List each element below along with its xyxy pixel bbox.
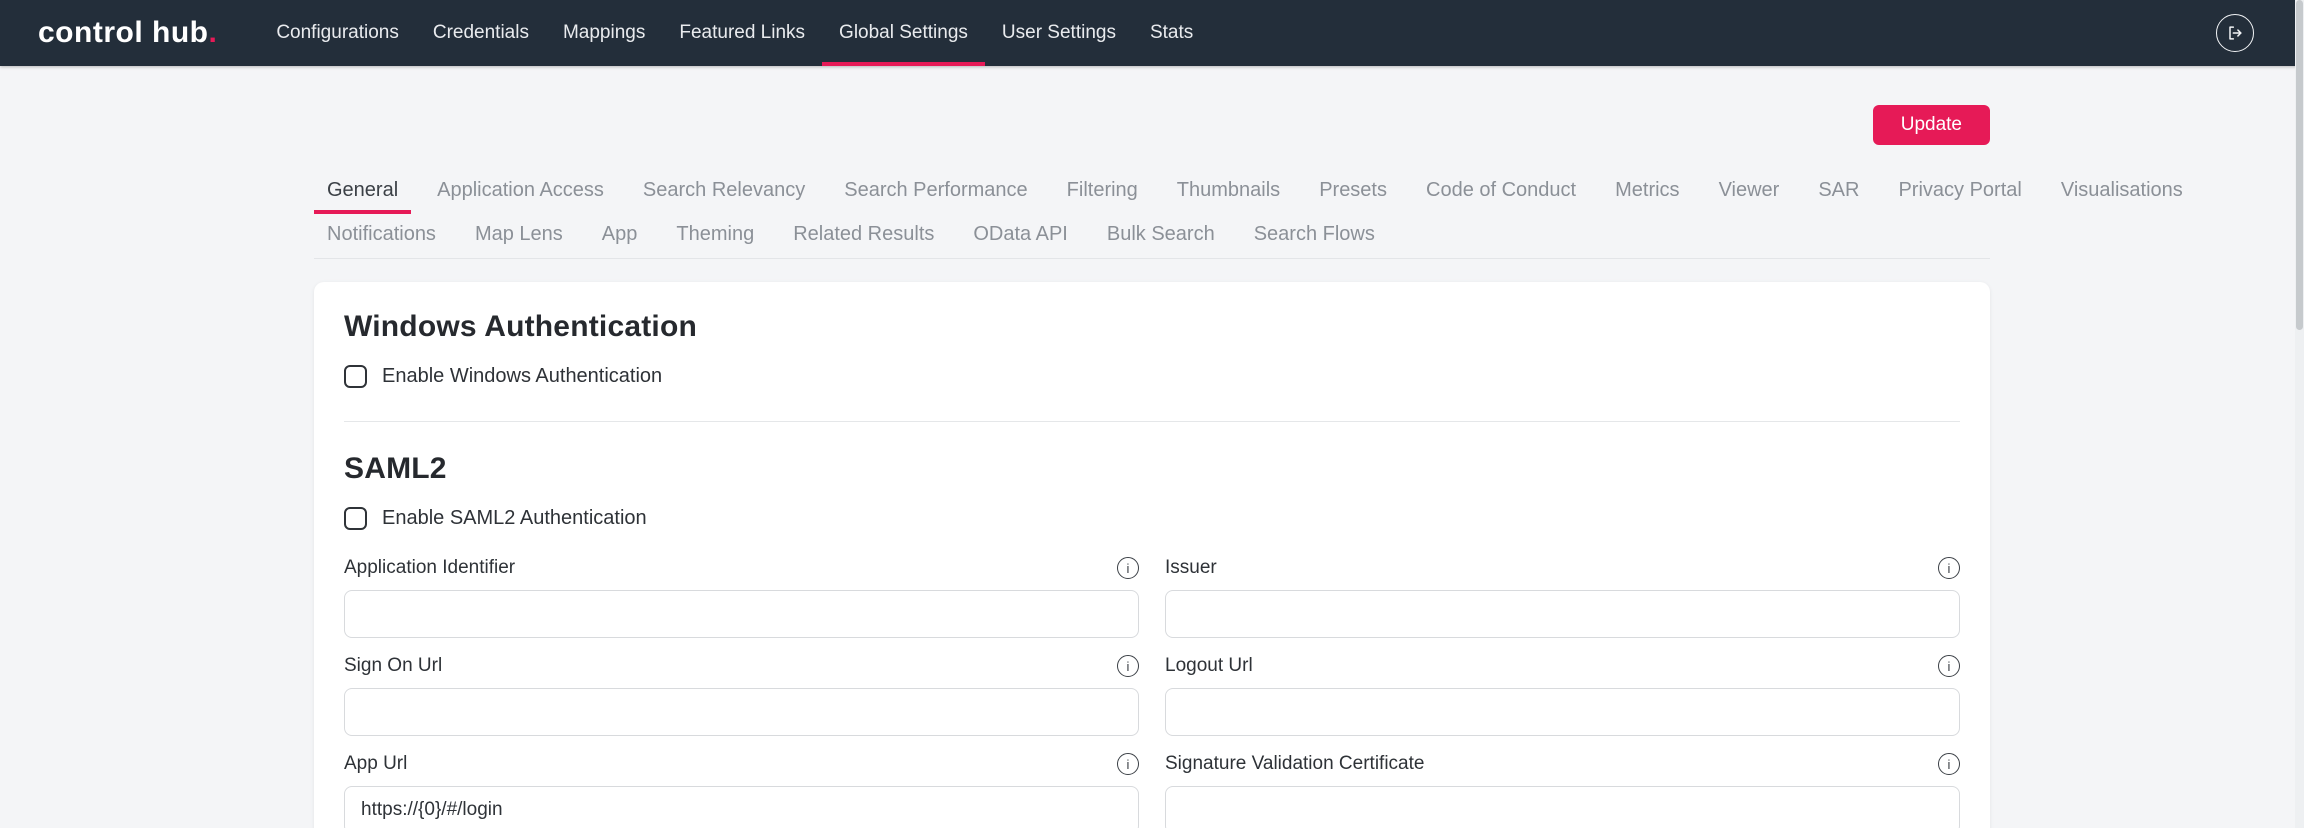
tab-bulk-search[interactable]: Bulk Search	[1094, 214, 1228, 258]
tab-search-relevancy[interactable]: Search Relevancy	[630, 170, 818, 214]
nav-item-credentials[interactable]: Credentials	[416, 0, 546, 66]
tab-app[interactable]: App	[589, 214, 651, 258]
issuer-label: Issuer	[1165, 557, 1217, 579]
tab-code-of-conduct[interactable]: Code of Conduct	[1413, 170, 1589, 214]
enable-saml2-label: Enable SAML2 Authentication	[382, 507, 647, 530]
tab-viewer[interactable]: Viewer	[1706, 170, 1793, 214]
nav-right	[2216, 0, 2264, 66]
settings-tabs: General Application Access Search Releva…	[314, 170, 1990, 259]
nav-item-stats[interactable]: Stats	[1133, 0, 1210, 66]
nav-item-configurations[interactable]: Configurations	[259, 0, 416, 66]
tab-privacy-portal[interactable]: Privacy Portal	[1885, 170, 2034, 214]
info-icon[interactable]: i	[1117, 557, 1139, 579]
field-sign-on-url: Sign On Url i	[344, 653, 1139, 736]
issuer-input[interactable]	[1165, 590, 1960, 638]
logout-url-input[interactable]	[1165, 688, 1960, 736]
saml2-field-grid: Application Identifier i Issuer i Sign O…	[344, 555, 1960, 828]
toolbar: Update	[314, 105, 1990, 145]
field-app-url: App Url i	[344, 751, 1139, 828]
field-signature-validation-certificate: Signature Validation Certificate i	[1165, 751, 1960, 828]
tab-theming[interactable]: Theming	[663, 214, 767, 258]
app-url-input[interactable]	[344, 786, 1139, 828]
tab-presets[interactable]: Presets	[1306, 170, 1400, 214]
sign-on-url-label: Sign On Url	[344, 655, 442, 677]
logout-icon	[2225, 23, 2245, 43]
tab-row-1: General Application Access Search Releva…	[314, 170, 1990, 214]
info-icon[interactable]: i	[1938, 557, 1960, 579]
tab-sar[interactable]: SAR	[1805, 170, 1872, 214]
tab-row-2: Notifications Map Lens App Theming Relat…	[314, 214, 1990, 258]
tab-search-performance[interactable]: Search Performance	[831, 170, 1040, 214]
enable-windows-auth-row[interactable]: Enable Windows Authentication	[344, 365, 1960, 388]
tab-search-flows[interactable]: Search Flows	[1241, 214, 1388, 258]
saml2-title: SAML2	[344, 452, 1960, 486]
sign-on-url-input[interactable]	[344, 688, 1139, 736]
tab-notifications[interactable]: Notifications	[314, 214, 449, 258]
scrollbar-thumb[interactable]	[2296, 0, 2303, 330]
update-button[interactable]: Update	[1873, 105, 1990, 145]
nav-item-user-settings[interactable]: User Settings	[985, 0, 1133, 66]
info-icon[interactable]: i	[1938, 753, 1960, 775]
logo-dot: .	[208, 16, 217, 50]
tab-metrics[interactable]: Metrics	[1602, 170, 1692, 214]
tab-filtering[interactable]: Filtering	[1054, 170, 1151, 214]
field-application-identifier: Application Identifier i	[344, 555, 1139, 638]
info-icon[interactable]: i	[1938, 655, 1960, 677]
main-content: Update General Application Access Search…	[314, 105, 1990, 828]
signature-validation-certificate-label: Signature Validation Certificate	[1165, 753, 1424, 775]
page-scrollbar[interactable]	[2295, 0, 2304, 828]
logo-text: control hub	[38, 16, 208, 50]
section-divider	[344, 421, 1960, 422]
tab-application-access[interactable]: Application Access	[424, 170, 617, 214]
enable-saml2-checkbox[interactable]	[344, 507, 367, 530]
info-icon[interactable]: i	[1117, 655, 1139, 677]
field-issuer: Issuer i	[1165, 555, 1960, 638]
nav-item-mappings[interactable]: Mappings	[546, 0, 662, 66]
logout-button[interactable]	[2216, 14, 2254, 52]
tab-thumbnails[interactable]: Thumbnails	[1164, 170, 1293, 214]
app-logo[interactable]: control hub.	[38, 0, 217, 66]
tab-map-lens[interactable]: Map Lens	[462, 214, 576, 258]
tab-related-results[interactable]: Related Results	[780, 214, 947, 258]
info-icon[interactable]: i	[1117, 753, 1139, 775]
nav-items: Configurations Credentials Mappings Feat…	[259, 0, 1210, 66]
field-logout-url: Logout Url i	[1165, 653, 1960, 736]
enable-windows-auth-checkbox[interactable]	[344, 365, 367, 388]
enable-windows-auth-label: Enable Windows Authentication	[382, 365, 662, 388]
nav-item-featured-links[interactable]: Featured Links	[662, 0, 822, 66]
tab-visualisations[interactable]: Visualisations	[2048, 170, 2196, 214]
tab-odata-api[interactable]: OData API	[960, 214, 1081, 258]
app-url-label: App Url	[344, 753, 407, 775]
nav-item-global-settings[interactable]: Global Settings	[822, 0, 985, 66]
top-nav: control hub. Configurations Credentials …	[0, 0, 2304, 66]
tab-general[interactable]: General	[314, 170, 411, 214]
logout-url-label: Logout Url	[1165, 655, 1253, 677]
signature-validation-certificate-input[interactable]	[1165, 786, 1960, 828]
windows-auth-title: Windows Authentication	[344, 310, 1960, 344]
enable-saml2-row[interactable]: Enable SAML2 Authentication	[344, 507, 1960, 530]
settings-card: Windows Authentication Enable Windows Au…	[314, 282, 1990, 828]
application-identifier-label: Application Identifier	[344, 557, 515, 579]
application-identifier-input[interactable]	[344, 590, 1139, 638]
